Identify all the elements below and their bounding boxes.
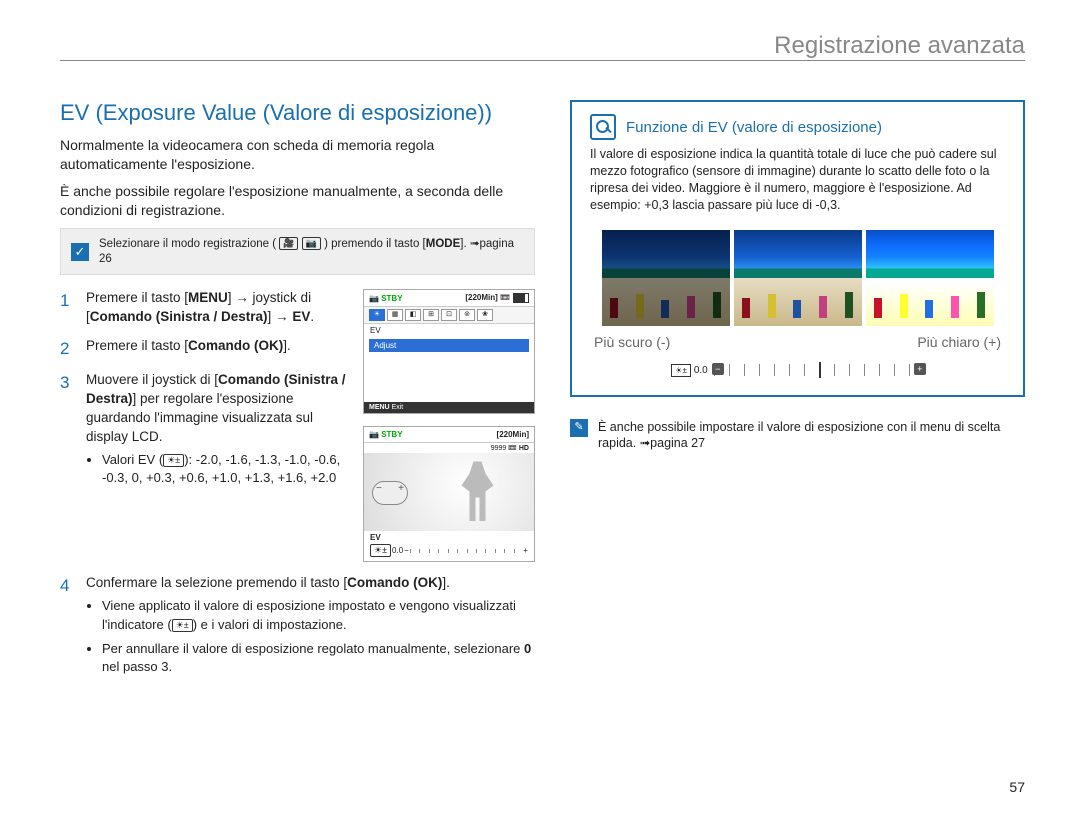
thumb-darker	[602, 230, 730, 326]
step-3: 3 Muovere il joystick di [Comando (Sinis…	[60, 371, 351, 493]
step-4-number: 4	[60, 574, 74, 682]
scale-plus-icon: +	[914, 363, 926, 375]
exposure-thumbnails	[590, 230, 1005, 326]
header-rule	[60, 60, 1025, 61]
page-number: 57	[1009, 779, 1025, 795]
lcd-preview-screenshot: 📷 STBY [220Min] 9999 📼 HD EV ☀±	[363, 426, 535, 562]
label-lighter: Più chiaro (+)	[917, 334, 1001, 350]
note-icon: ✎	[570, 419, 588, 437]
step-1: 1 Premere il tasto [MENU] → joystick di …	[60, 289, 351, 327]
step4-bullet1: Viene applicato il valore di esposizione…	[102, 597, 535, 633]
ev-function-text: Il valore di esposizione indica la quant…	[590, 146, 1005, 214]
silhouette-figure	[458, 461, 498, 521]
thumb-lighter	[866, 230, 994, 326]
magnifier-icon	[590, 114, 616, 140]
video-mode-icon: 🎥	[279, 237, 298, 250]
step-2-number: 2	[60, 337, 74, 361]
step-2: 2 Premere il tasto [Comando (OK)].	[60, 337, 351, 361]
photo-mode-icon: 📷	[302, 237, 321, 250]
ev-icon: ☀±	[163, 454, 184, 467]
step-4: 4 Confermare la selezione premendo il ta…	[60, 574, 535, 682]
ev-function-title: Funzione di EV (valore di esposizione)	[626, 119, 882, 136]
ev-indicator-icon: ☀±	[172, 619, 193, 632]
step4-bullet2: Per annullare il valore di esposizione r…	[102, 640, 535, 676]
thumb-normal	[734, 230, 862, 326]
page-header-title: Registrazione avanzata	[774, 32, 1025, 60]
intro-p1: Normalmente la videocamera con scheda di…	[60, 136, 535, 174]
lcd-ev-tab-icon: ☀	[369, 309, 385, 321]
ev-scale: ☀± 0.0 − +	[590, 364, 1005, 377]
section-title: EV (Exposure Value (Valore di esposizion…	[60, 100, 535, 126]
scale-minus-icon: −	[712, 363, 724, 375]
lcd-ev-label: EV	[364, 324, 534, 337]
ev-function-panel: Funzione di EV (valore di esposizione) I…	[570, 100, 1025, 397]
ev-badge-icon: ☀±	[370, 544, 391, 557]
precheck-box: ✓ Selezionare il modo registrazione ( 🎥 …	[60, 228, 535, 276]
lcd-tab-row: ☀▦◧⊞⊡⊚❀	[364, 307, 534, 324]
check-icon: ✓	[71, 243, 89, 261]
ev-scale-badge-icon: ☀±	[671, 364, 691, 377]
quick-menu-note: ✎ È anche possibile impostare il valore …	[570, 419, 1025, 453]
step-3-number: 3	[60, 371, 74, 493]
intro-p2: È anche possibile regolare l'esposizione…	[60, 182, 535, 220]
lcd-menu-screenshot: 📷 STBY [220Min] 📼 ☀▦◧⊞⊡⊚❀ EV Adjust MENU…	[363, 289, 535, 414]
ev-values-bullet: Valori EV (☀±): -2.0, -1.6, -1.3, -1.0, …	[102, 451, 351, 487]
label-darker: Più scuro (-)	[594, 334, 670, 350]
precheck-text: Selezionare il modo registrazione ( 🎥 📷 …	[99, 237, 524, 267]
ev-knob-icon	[372, 481, 408, 505]
step-1-number: 1	[60, 289, 74, 327]
lcd-adjust-item: Adjust	[369, 339, 529, 352]
